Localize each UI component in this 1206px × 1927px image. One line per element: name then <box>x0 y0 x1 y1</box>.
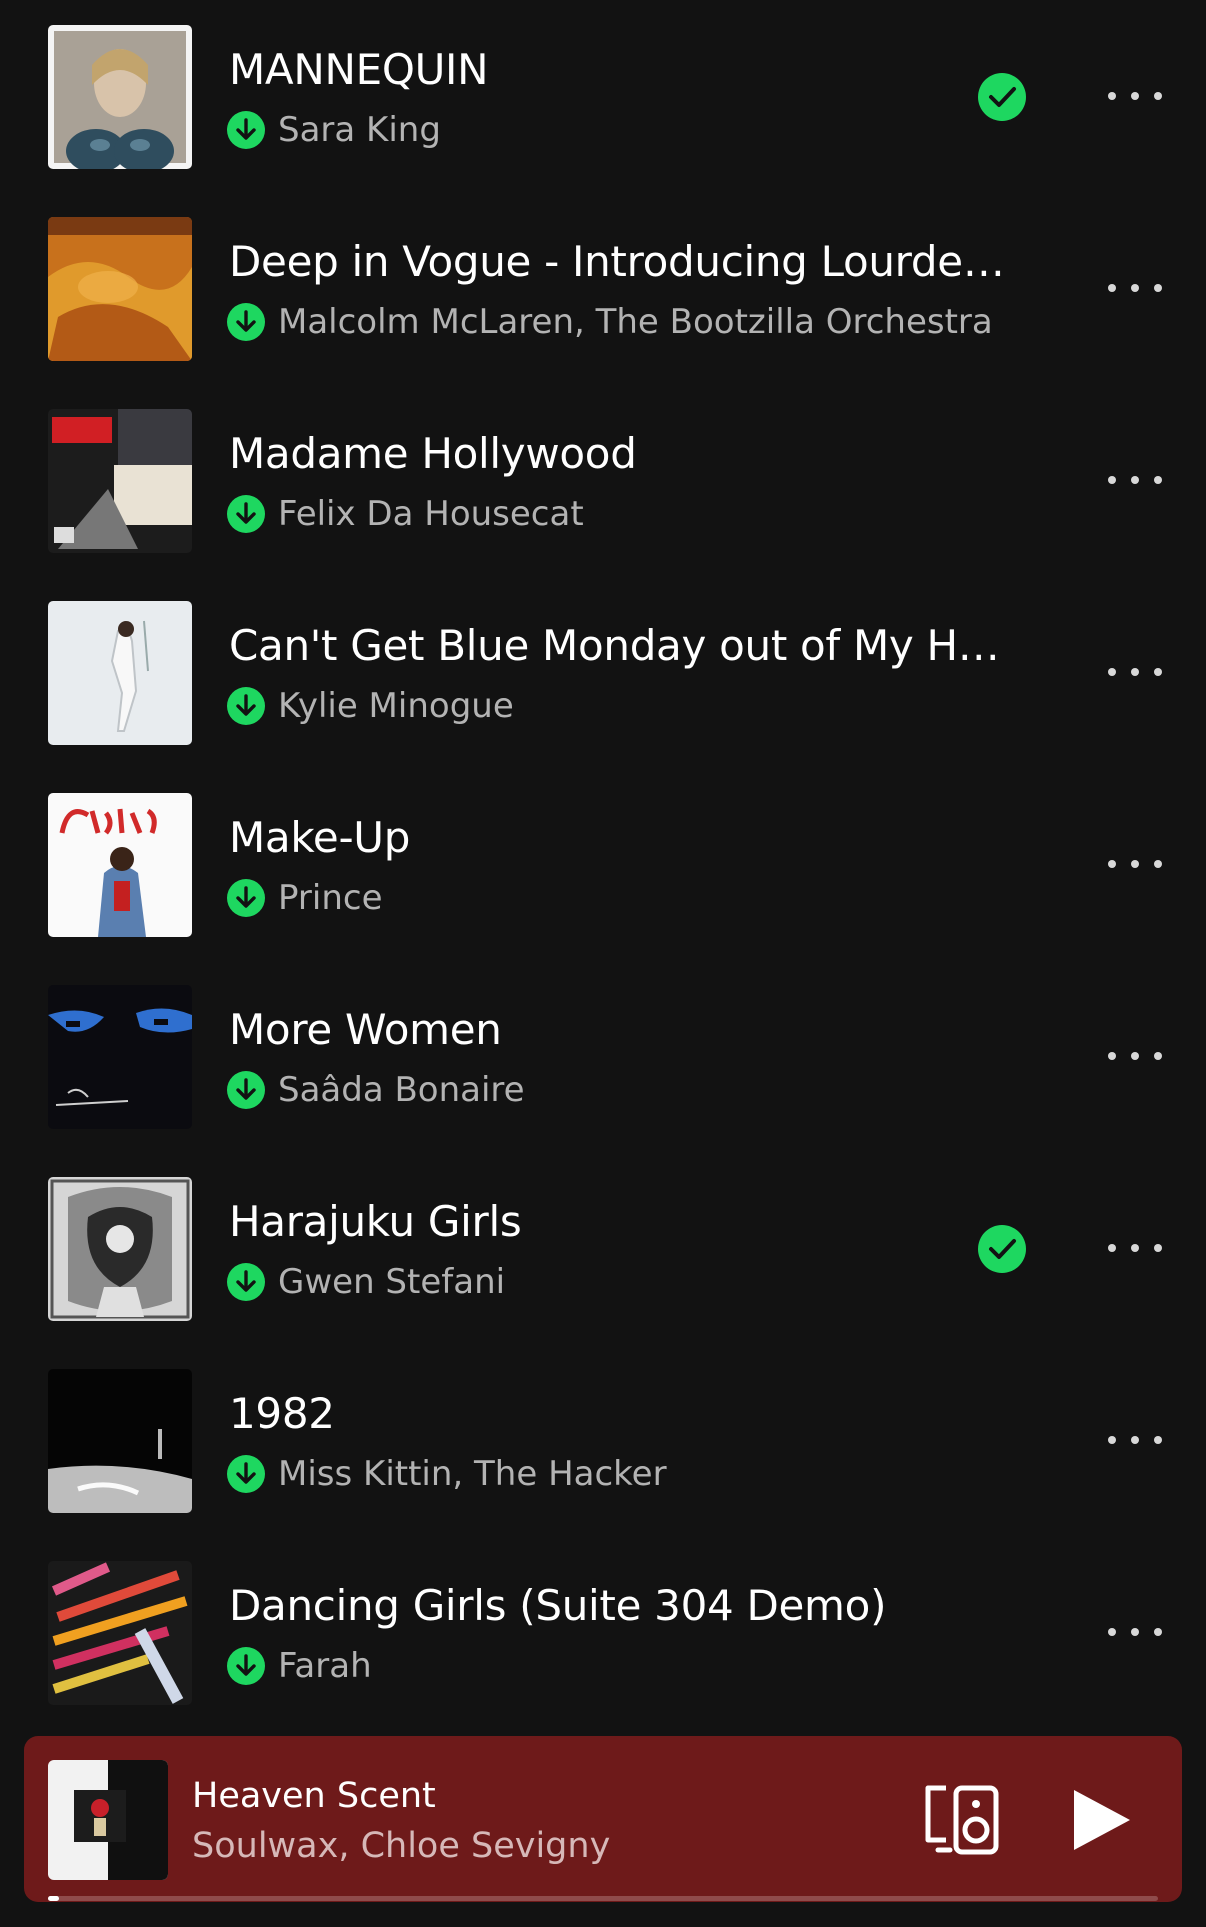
downloaded-icon <box>227 1263 265 1301</box>
track-row[interactable]: 1982 Miss Kittin, The Hacker <box>0 1344 1206 1536</box>
track-title: 1982 <box>229 1389 335 1438</box>
more-options-button[interactable] <box>1100 1036 1170 1076</box>
track-artist: Saâda Bonaire <box>278 1070 525 1110</box>
downloaded-icon <box>227 303 265 341</box>
track-artist: Sara King <box>278 110 441 150</box>
track-meta: Saâda Bonaire <box>227 1068 525 1112</box>
track-artist: Farah <box>278 1646 372 1686</box>
track-row[interactable]: More Women Saâda Bonaire <box>0 960 1206 1152</box>
track-row[interactable]: Harajuku Girls Gwen Stefani <box>0 1152 1206 1344</box>
album-cover <box>48 1369 192 1513</box>
album-cover <box>48 601 192 745</box>
more-dots-icon <box>1108 1052 1116 1060</box>
track-row[interactable]: Dancing Girls (Suite 304 Demo) Farah <box>0 1536 1206 1728</box>
more-dots-icon <box>1108 668 1116 676</box>
downloaded-icon <box>227 879 265 917</box>
album-cover <box>48 1561 192 1705</box>
track-artist: Malcolm McLaren, The Bootzilla Orchestra <box>278 302 993 342</box>
track-meta: Kylie Minogue <box>227 684 514 728</box>
more-options-button[interactable] <box>1100 652 1170 692</box>
added-check-icon[interactable] <box>977 1224 1027 1274</box>
track-title: MANNEQUIN <box>229 45 489 94</box>
more-options-button[interactable] <box>1100 268 1170 308</box>
more-options-button[interactable] <box>1100 1612 1170 1652</box>
track-artist: Gwen Stefani <box>278 1262 506 1302</box>
album-cover <box>48 793 192 937</box>
track-meta: Felix Da Housecat <box>227 492 584 536</box>
track-row[interactable]: Deep in Vogue - Introducing Lourdes... M… <box>0 192 1206 384</box>
track-title: Deep in Vogue - Introducing Lourdes... <box>229 237 1019 286</box>
more-options-button[interactable] <box>1100 1228 1170 1268</box>
downloaded-icon <box>227 111 265 149</box>
track-title: Madame Hollywood <box>229 429 637 478</box>
album-cover <box>48 985 192 1129</box>
more-options-button[interactable] <box>1100 1420 1170 1460</box>
more-options-button[interactable] <box>1100 460 1170 500</box>
album-cover <box>48 25 192 169</box>
album-cover <box>48 409 192 553</box>
more-dots-icon <box>1108 476 1116 484</box>
track-title: Make-Up <box>229 813 411 862</box>
more-dots-icon <box>1108 1244 1116 1252</box>
track-row[interactable]: MANNEQUIN Sara King <box>0 0 1206 192</box>
now-playing-cover <box>48 1760 168 1880</box>
track-artist: Kylie Minogue <box>278 686 514 726</box>
connect-device-icon[interactable] <box>922 1784 1002 1856</box>
track-title: Dancing Girls (Suite 304 Demo) <box>229 1581 887 1630</box>
downloaded-icon <box>227 495 265 533</box>
track-meta: Sara King <box>227 108 441 152</box>
album-art-dark-bw-floor <box>48 1369 192 1513</box>
track-row[interactable]: Make-Up Prince <box>0 768 1206 960</box>
album-cover <box>48 1177 192 1321</box>
album-art-pearl-portrait <box>48 25 192 169</box>
more-dots-icon <box>1108 860 1116 868</box>
more-dots-icon <box>1108 284 1116 292</box>
more-options-button[interactable] <box>1100 76 1170 116</box>
album-art-orange-painting <box>48 217 192 361</box>
track-meta: Miss Kittin, The Hacker <box>227 1452 667 1496</box>
track-meta: Farah <box>227 1644 372 1688</box>
track-title: Can't Get Blue Monday out of My Head <box>229 621 1019 670</box>
album-art-colorful-typography <box>48 1561 192 1705</box>
album-art-blue-faces <box>48 985 192 1129</box>
album-art-now-playing <box>48 1760 168 1880</box>
now-playing-title: Heaven Scent <box>192 1776 436 1816</box>
play-icon[interactable] <box>1068 1786 1134 1854</box>
downloaded-icon <box>227 687 265 725</box>
downloaded-icon <box>227 1455 265 1493</box>
now-playing-artist: Soulwax, Chloe Sevigny <box>192 1826 611 1866</box>
added-check-icon[interactable] <box>977 72 1027 122</box>
more-dots-icon <box>1108 1436 1116 1444</box>
track-artist: Prince <box>278 878 383 918</box>
album-art-felix-magazine <box>48 409 192 553</box>
track-meta: Malcolm McLaren, The Bootzilla Orchestra <box>227 300 993 344</box>
album-cover <box>48 217 192 361</box>
playback-progress[interactable] <box>48 1896 1158 1901</box>
playback-progress-fill <box>48 1896 60 1901</box>
more-options-button[interactable] <box>1100 844 1170 884</box>
track-title: Harajuku Girls <box>229 1197 522 1246</box>
more-dots-icon <box>1108 92 1116 100</box>
track-row[interactable]: Can't Get Blue Monday out of My Head Kyl… <box>0 576 1206 768</box>
track-artist: Felix Da Housecat <box>278 494 584 534</box>
downloaded-icon <box>227 1071 265 1109</box>
track-row[interactable]: Madame Hollywood Felix Da Housecat <box>0 384 1206 576</box>
track-title: More Women <box>229 1005 502 1054</box>
downloaded-icon <box>227 1647 265 1685</box>
album-art-prince-originals <box>48 793 192 937</box>
more-dots-icon <box>1108 1628 1116 1636</box>
mini-player[interactable]: Heaven Scent Soulwax, Chloe Sevigny <box>24 1736 1182 1902</box>
track-meta: Prince <box>227 876 383 920</box>
album-art-white-figure <box>48 601 192 745</box>
track-meta: Gwen Stefani <box>227 1260 505 1304</box>
album-art-ornate-bw <box>48 1177 192 1321</box>
track-artist: Miss Kittin, The Hacker <box>278 1454 667 1494</box>
